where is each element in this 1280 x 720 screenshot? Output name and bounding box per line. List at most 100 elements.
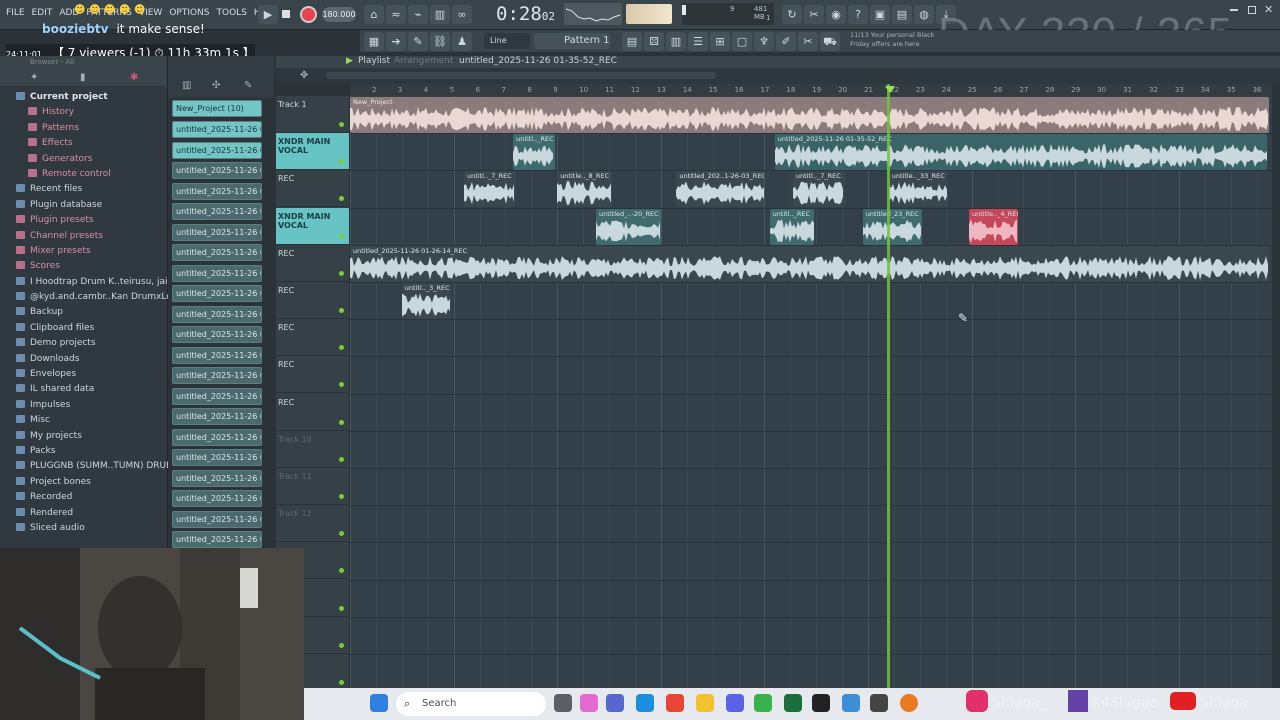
wait-icon[interactable]: ≈ [386,5,406,24]
chrome-icon[interactable] [666,694,684,712]
track-mute-led[interactable] [339,196,344,202]
track-header[interactable]: Track 10 [276,431,349,468]
audio-clip[interactable]: untitl.._7_REC [463,171,516,208]
track-header[interactable]: REC [276,319,349,357]
task-view-icon[interactable] [554,694,572,712]
audio-clip[interactable]: untitl.._REC [769,208,814,245]
menu-item-edit[interactable]: EDIT [32,8,53,18]
mixer-icon[interactable]: ▤ [892,5,912,24]
browser-item[interactable]: Rendered [0,506,168,521]
browser-item[interactable]: Recent files [0,182,168,197]
draw-icon[interactable]: ✎ [408,32,428,51]
audio-clip[interactable]: untitle.._8_REC [557,171,612,208]
menu-item-options[interactable]: OPTIONS [169,8,209,18]
discord-icon[interactable] [726,694,744,712]
pattern-item[interactable]: untitled_2025-11-26 01- [172,203,262,220]
track-header[interactable]: REC [276,170,349,208]
track-header[interactable]: REC [276,394,349,431]
spreadsheet-icon[interactable] [784,694,802,712]
track-header[interactable]: REC [276,282,349,319]
audio-clip[interactable]: untitle.._33_REC [888,171,949,208]
pattern-item[interactable]: untitled_2025-11-26 01- [172,449,262,466]
scissors-icon[interactable]: ✂ [804,5,824,24]
audio-clip[interactable]: untitled_202..1-26-03_REC [676,171,765,208]
pattern-item[interactable]: untitled_2025-11-26 01- [172,346,262,364]
horizontal-scrollbar[interactable] [326,72,716,79]
clipboard-icon[interactable]: ▢ [732,32,752,51]
track-mute-led[interactable] [339,680,344,685]
playhead[interactable] [887,84,890,688]
pattern-item[interactable]: untitled_2025-11-26 01- [172,285,262,302]
track-mute-led[interactable] [339,270,344,276]
next-icon[interactable]: ➔ [386,32,406,51]
plugin-icon[interactable]: ♆ [754,32,774,51]
track-mute-led[interactable] [339,642,344,648]
browser-item[interactable]: Channel presets [0,229,168,244]
snap-select[interactable]: Line [484,33,530,49]
countdown-icon[interactable]: ⌁ [408,5,428,24]
menu-item-tools[interactable]: TOOLS [217,8,247,18]
track-mute-led[interactable] [339,419,344,425]
pattern-item[interactable]: untitled_2025-11-26 01- [172,244,262,261]
track-header[interactable]: XNDR MAIN VOCAL [276,207,349,245]
record-button[interactable] [300,6,317,23]
list-view-icon[interactable]: ▥ [182,80,191,91]
browser-item[interactable]: Effects [0,136,168,151]
edge-icon[interactable] [636,694,654,712]
track-mute-led[interactable] [339,456,344,462]
save-icon[interactable]: ▣ [870,5,890,24]
windows-start-icon[interactable] [370,694,388,712]
playlist-toggle-icon[interactable]: ▦ [364,32,384,51]
track-header[interactable]: Track 12 [276,505,349,543]
audio-clip[interactable]: untitled_23_REC [862,208,923,245]
browser-item[interactable]: Generators [0,152,168,167]
store-icon[interactable] [842,694,860,712]
audio-clip[interactable]: untitle.._4_REC [969,208,1019,245]
audio-clip[interactable]: untitl.._REC [513,134,555,171]
browser-item[interactable]: Remote control [0,167,168,182]
playhead-marker-icon[interactable] [885,86,895,93]
browser-item[interactable]: Sliced audio [0,521,168,536]
browser-item[interactable]: Current project [0,90,168,105]
stop-button[interactable] [282,10,290,18]
channel-rack-icon[interactable]: ⊞ [710,32,730,51]
browser-item[interactable]: Project bones [0,475,168,490]
vertical-scrollbar[interactable] [1272,96,1280,688]
browser-item[interactable]: IL shared data [0,382,168,397]
tempo-display[interactable]: 180.000 [322,7,356,22]
pattern-item[interactable]: untitled_2025-11-26 01- [172,182,262,200]
browser-item[interactable]: Backup [0,305,168,320]
track-mute-led[interactable] [339,122,344,127]
pattern-item[interactable]: untitled_2025-11-26 01- [172,223,262,241]
pattern-select[interactable]: Pattern 1 [534,33,610,49]
browser-tag-icon[interactable]: ✱ [130,72,138,83]
pattern-item[interactable]: untitled_2025-11-26 01- [172,387,262,405]
fl-studio-icon[interactable] [900,694,918,712]
shop-icon[interactable]: ⛟ [820,32,840,51]
track-mute-led[interactable] [339,308,344,313]
browser-item[interactable]: Recorded [0,490,168,505]
audio-clip[interactable]: New_Project [350,97,1270,133]
browser-item[interactable]: Scores [0,259,168,274]
browser-item[interactable]: Impulses [0,398,168,413]
capcut-icon[interactable] [812,694,830,712]
audio-clip[interactable]: untitl.._3_REC [401,283,451,319]
close-icon[interactable]: ✕ [1264,3,1273,16]
browser-item[interactable]: I Hoodtrap Drum K..teirusu, jai) (2) [0,275,168,290]
track-mute-led[interactable] [339,568,344,574]
piano-roll-icon[interactable]: ▤ [622,32,642,51]
loop-record-icon[interactable]: ∞ [452,5,472,24]
pattern-item[interactable]: untitled_2025-11-26 01- [172,326,262,343]
playlist-grid[interactable]: New_Project untitl.._REC untitled_2025-11-… [350,96,1272,688]
grid-view-icon[interactable]: ✣ [212,80,220,91]
cut-tool-icon[interactable]: ✂ [798,32,818,51]
pattern-item[interactable]: New_Project (10) [172,100,262,117]
track-mute-led[interactable] [339,494,344,499]
track-header[interactable]: REC [276,356,349,394]
pattern-item[interactable]: untitled_2025-11-26 01- [172,510,262,528]
audio-clip[interactable]: untitled_..-20_REC [596,208,661,245]
audio-clip[interactable]: untitled_2025-11-26 01-26-14_REC [350,245,1270,282]
browser-item[interactable]: History [0,105,168,120]
reset-icon[interactable]: ↻ [782,5,802,24]
app-icon[interactable] [754,694,772,712]
